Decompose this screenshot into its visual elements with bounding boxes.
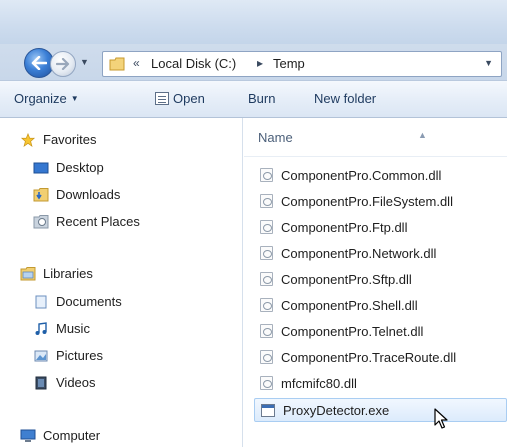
favorites-label: Favorites: [43, 132, 97, 147]
new-folder-button[interactable]: New folder: [314, 91, 376, 106]
libraries-icon: [20, 266, 36, 280]
file-row[interactable]: ComponentPro.TraceRoute.dll: [254, 345, 507, 369]
command-bar: Organize ▼ Open Burn New folder: [0, 80, 507, 118]
navigation-pane: Favorites Desktop Downloads Recent Place…: [0, 118, 243, 447]
column-divider: [244, 156, 507, 157]
recent-places-label: Recent Places: [56, 214, 140, 229]
open-button[interactable]: Open: [155, 91, 205, 106]
breadcrumb-local-disk[interactable]: Local Disk (C:): [151, 56, 236, 71]
music-icon: [35, 321, 47, 335]
nav-libraries[interactable]: Libraries: [20, 266, 93, 281]
desktop-label: Desktop: [56, 160, 104, 175]
organize-label: Organize: [14, 91, 67, 106]
computer-label: Computer: [43, 428, 101, 443]
file-name: ProxyDetector.exe: [283, 402, 390, 418]
nav-documents[interactable]: Documents: [33, 294, 122, 309]
nav-recent-places[interactable]: Recent Places: [33, 214, 140, 229]
nav-desktop[interactable]: Desktop: [33, 160, 104, 175]
file-row[interactable]: ComponentPro.Shell.dll: [254, 293, 507, 317]
address-bar[interactable]: « Local Disk (C:) ▸ Temp ▼: [102, 51, 502, 77]
caret-down-icon: ▼: [70, 94, 79, 103]
music-label: Music: [56, 321, 90, 336]
file-name: ComponentPro.TraceRoute.dll: [281, 349, 457, 365]
file-name: ComponentPro.FileSystem.dll: [281, 193, 453, 209]
nav-pictures[interactable]: Pictures: [33, 348, 103, 363]
file-row[interactable]: ComponentPro.Telnet.dll: [254, 319, 507, 343]
column-header-name[interactable]: Name ▲: [258, 130, 427, 145]
sort-ascending-icon: ▲: [418, 130, 427, 140]
file-name: ComponentPro.Common.dll: [281, 167, 442, 183]
nav-computer[interactable]: Computer: [20, 428, 100, 443]
arrow-right-icon: [56, 58, 70, 70]
documents-label: Documents: [56, 294, 122, 309]
file-row-selected[interactable]: ProxyDetector.exe: [254, 398, 507, 422]
file-row[interactable]: ComponentPro.Ftp.dll: [254, 215, 507, 239]
nav-favorites[interactable]: Favorites: [20, 132, 96, 147]
window-title-bar: [0, 0, 507, 44]
file-row[interactable]: ComponentPro.FileSystem.dll: [254, 189, 507, 213]
file-row[interactable]: ComponentPro.Common.dll: [254, 163, 507, 187]
file-name: mfcmifc80.dll: [281, 375, 357, 391]
burn-label: Burn: [248, 91, 276, 106]
file-name: ComponentPro.Shell.dll: [281, 297, 418, 313]
address-dropdown[interactable]: ▼: [484, 58, 493, 68]
file-name: ComponentPro.Ftp.dll: [281, 219, 408, 235]
file-list-pane: Name ▲ ComponentPro.Common.dll Component…: [244, 118, 507, 447]
file-name: ComponentPro.Telnet.dll: [281, 323, 424, 339]
file-row[interactable]: ComponentPro.Network.dll: [254, 241, 507, 265]
star-icon: [20, 132, 36, 147]
burn-button[interactable]: Burn: [248, 91, 275, 106]
folder-icon: [109, 57, 125, 71]
new-folder-label: New folder: [314, 91, 377, 106]
file-name: ComponentPro.Network.dll: [281, 245, 437, 261]
nav-videos[interactable]: Videos: [33, 375, 96, 390]
document-icon: [155, 92, 169, 105]
nav-downloads[interactable]: Downloads: [33, 187, 120, 202]
libraries-label: Libraries: [43, 266, 93, 281]
navigation-bar: ▼ « Local Disk (C:) ▸ Temp ▼: [0, 44, 507, 80]
videos-label: Videos: [56, 375, 96, 390]
address-overflow[interactable]: «: [133, 56, 140, 70]
downloads-label: Downloads: [56, 187, 121, 202]
dll-file-icon: [260, 324, 273, 338]
dll-file-icon: [260, 168, 273, 182]
nav-music[interactable]: Music: [33, 321, 90, 336]
open-label: Open: [173, 91, 205, 106]
recent-pages-dropdown[interactable]: ▼: [80, 57, 90, 69]
mouse-pointer-icon: [434, 408, 448, 429]
pictures-icon: [34, 350, 48, 361]
recent-places-icon: [33, 214, 49, 228]
dll-file-icon: [260, 194, 273, 208]
videos-icon: [35, 376, 47, 389]
desktop-icon: [33, 162, 49, 173]
dll-file-icon: [260, 246, 273, 260]
dll-file-icon: [260, 220, 273, 234]
exe-file-icon: [261, 403, 275, 417]
column-name-label: Name: [258, 130, 293, 145]
computer-icon: [20, 429, 36, 442]
dll-file-icon: [260, 272, 273, 286]
file-row[interactable]: ComponentPro.Sftp.dll: [254, 267, 507, 291]
documents-icon: [35, 295, 47, 308]
dll-file-icon: [260, 376, 273, 390]
file-row[interactable]: mfcmifc80.dll: [254, 371, 507, 395]
downloads-folder-icon: [33, 187, 49, 201]
organize-button[interactable]: Organize ▼: [14, 91, 79, 106]
dll-file-icon: [260, 298, 273, 312]
file-name: ComponentPro.Sftp.dll: [281, 271, 412, 287]
arrow-left-icon: [31, 56, 47, 70]
dll-file-icon: [260, 350, 273, 364]
forward-button[interactable]: [50, 51, 76, 77]
breadcrumb-separator[interactable]: ▸: [257, 56, 263, 70]
breadcrumb-temp[interactable]: Temp: [273, 56, 305, 71]
pictures-label: Pictures: [56, 348, 103, 363]
